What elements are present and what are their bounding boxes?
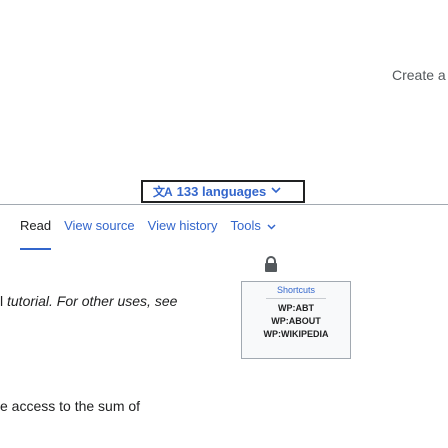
tab-tools[interactable]: Tools — [231, 218, 277, 233]
hatnote-italic: tutorial. For other uses, see — [7, 293, 178, 309]
tab-read[interactable]: Read — [20, 218, 52, 250]
hatnote-prefix: l — [0, 293, 7, 309]
translate-icon: 文A — [153, 185, 173, 199]
languages-label: 133 languages — [176, 184, 267, 199]
shortcut-title[interactable]: Shortcuts — [242, 285, 350, 295]
page-tabs: Read View source View history Tools — [20, 218, 289, 250]
lock-icon — [264, 256, 278, 272]
tab-view-source[interactable]: View source — [64, 218, 135, 233]
shortcut-item: WP:WIKIPEDIA — [263, 329, 329, 339]
header-divider — [0, 204, 448, 205]
tab-tools-label: Tools — [230, 218, 261, 233]
shortcut-item: WP:ABT — [278, 303, 314, 313]
shortcut-divider — [266, 298, 326, 299]
hatnote-text: l tutorial. For other uses, see — [0, 293, 177, 309]
chevron-down-icon — [267, 222, 277, 232]
tab-view-history[interactable]: View history — [148, 218, 218, 233]
chevron-down-icon — [271, 186, 281, 197]
languages-button[interactable]: 文A 133 languages — [141, 180, 305, 203]
shortcut-box: Shortcuts WP:ABT WP:ABOUT WP:WIKIPEDIA — [241, 281, 351, 359]
body-paragraph: e access to the sum of — [0, 398, 141, 414]
create-account-link[interactable]: Create a — [392, 67, 446, 83]
shortcut-item: WP:ABOUT — [271, 316, 321, 326]
